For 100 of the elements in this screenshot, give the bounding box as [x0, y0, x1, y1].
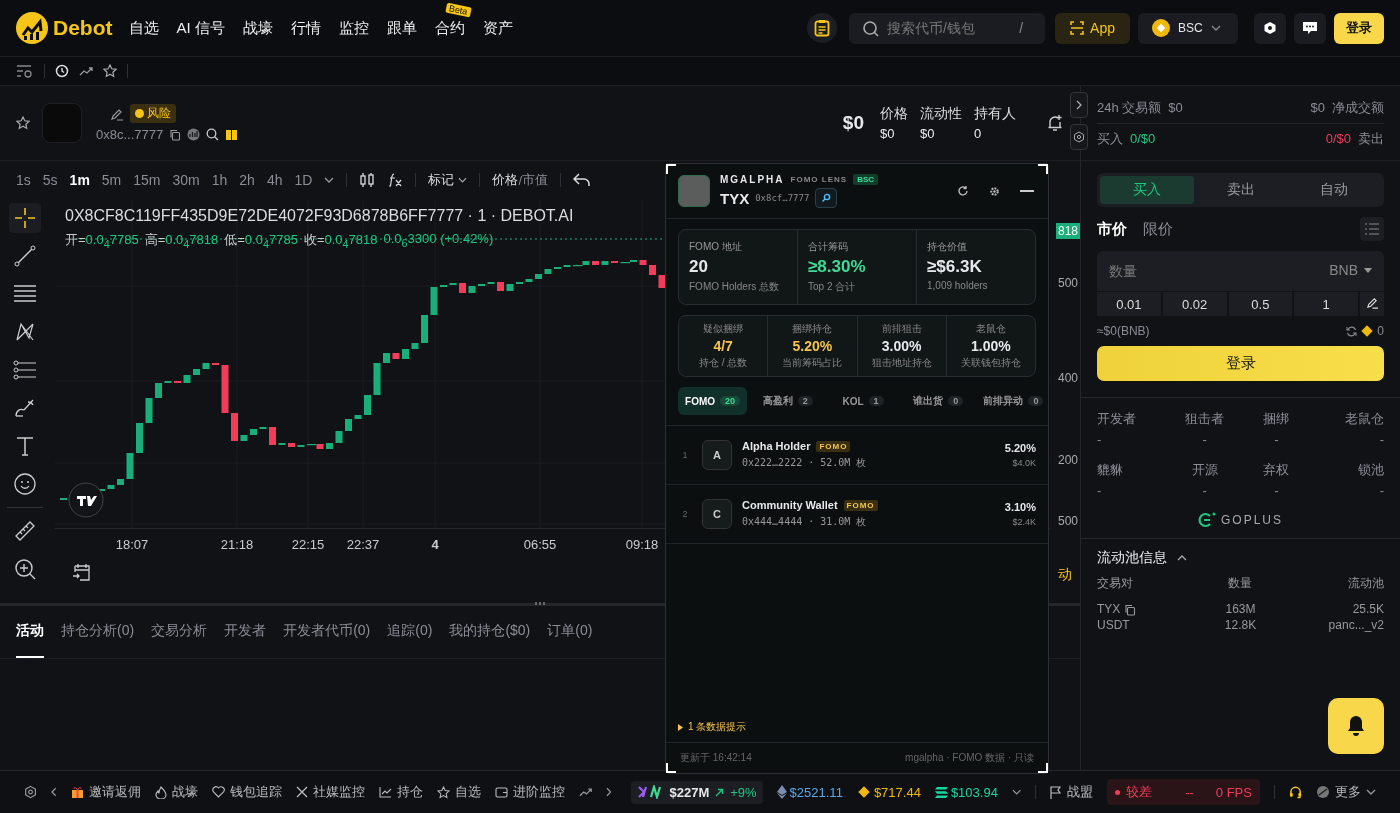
login-button[interactable]: 登录 [1097, 346, 1384, 381]
amount-preset[interactable]: 1 [1294, 292, 1358, 316]
list-settings-icon[interactable] [16, 64, 34, 78]
activity-tab[interactable]: 持仓分析(0) [61, 606, 135, 658]
interval-tab[interactable]: 1h [211, 172, 228, 188]
interval-tab[interactable]: 2h [239, 172, 255, 188]
currency-selector[interactable]: BNB [1329, 262, 1372, 278]
nav-link[interactable]: 资产 [482, 18, 513, 36]
activity-tab[interactable]: 开发者代币(0) [283, 606, 371, 658]
activity-tab[interactable]: 开发者 [224, 606, 267, 658]
nav-link[interactable]: 战壕 [242, 18, 273, 36]
book-icon[interactable] [225, 128, 239, 141]
search-icon[interactable] [206, 128, 220, 141]
refresh-icon[interactable] [957, 185, 969, 197]
marker-menu[interactable]: 标记 [428, 171, 468, 189]
more-menu[interactable]: 更多 [1316, 783, 1376, 801]
activity-tab[interactable]: 交易分析 [151, 606, 208, 658]
interval-tab[interactable]: 30m [172, 172, 200, 188]
settings-icon[interactable] [24, 785, 38, 799]
network-status[interactable]: 较差 -- 0 FPS [1107, 779, 1260, 805]
data-hint-toggle[interactable]: 1 条数据提示 [678, 720, 747, 734]
notification-button[interactable] [1328, 698, 1384, 754]
chevron-down-icon[interactable] [324, 177, 335, 183]
status-bar-link[interactable]: 进阶监控 [494, 783, 565, 801]
price-mode-tab[interactable]: 价格 [492, 171, 519, 189]
settings-button[interactable] [1254, 12, 1286, 44]
chain-selector[interactable]: BSC [1138, 12, 1238, 44]
status-bar-link[interactable]: 持仓 [378, 783, 423, 801]
scan-button[interactable] [815, 188, 838, 208]
status-bar-link[interactable]: 邀请返佣 [70, 783, 141, 801]
amount-preset[interactable]: 0.02 [1162, 292, 1227, 316]
market-cap-mode-tab[interactable]: 市值 [522, 171, 548, 189]
nav-link[interactable]: 合约 [434, 18, 465, 36]
holder-filter-tab[interactable]: KOL 1 [828, 387, 898, 415]
minimize-icon[interactable] [1020, 189, 1034, 193]
copy-icon[interactable] [1124, 603, 1137, 616]
activity-tab[interactable]: 活动 [16, 606, 44, 658]
trend-icon[interactable] [79, 66, 93, 76]
status-bar-link[interactable]: 自选 [436, 783, 481, 801]
holder-filter-tab[interactable]: 高盈利 2 [753, 387, 823, 415]
login-button[interactable]: 登录 [1334, 12, 1384, 44]
chat-button[interactable] [1294, 12, 1326, 44]
refresh-icon[interactable] [1346, 325, 1358, 337]
history-icon[interactable] [55, 64, 69, 78]
function-icon[interactable] [387, 173, 404, 187]
trend-icon[interactable] [578, 787, 592, 797]
amount-preset[interactable]: 0.01 [1097, 292, 1161, 316]
activity-tab[interactable]: 追踪(0) [387, 606, 433, 658]
status-dot-icon [1115, 789, 1121, 795]
app-download-button[interactable]: App [1055, 12, 1130, 44]
nav-link[interactable]: 自选 [128, 18, 159, 36]
interval-tab[interactable]: 1m [69, 172, 90, 188]
holder-filter-tab[interactable]: 谁出货 0 [903, 387, 973, 415]
clipboard-button[interactable] [807, 13, 838, 43]
candles-icon[interactable] [359, 172, 376, 188]
logo-text[interactable]: Debot [53, 16, 113, 40]
star-icon[interactable] [16, 116, 30, 130]
order-type-tab[interactable]: 限价 [1143, 219, 1173, 239]
headset-icon[interactable] [1288, 785, 1302, 799]
settings-icon[interactable] [989, 185, 1000, 197]
star-icon[interactable] [103, 64, 117, 78]
chart-logo-icon[interactable] [68, 482, 104, 518]
trade-side-tab[interactable]: 卖出 [1193, 176, 1288, 204]
activity-tab[interactable]: 我的持仓($0) [449, 606, 531, 658]
trade-side-tab[interactable]: 自动 [1287, 176, 1381, 204]
panel-settings-button[interactable] [1070, 124, 1088, 150]
nav-link[interactable]: 行情 [290, 18, 321, 36]
bell-plus-icon[interactable] [1046, 114, 1064, 132]
market-cap-chip[interactable]: $227M +9% [631, 780, 763, 804]
drag-handle[interactable] [535, 602, 545, 605]
copy-icon[interactable] [169, 128, 182, 141]
interval-tab[interactable]: 15m [133, 172, 161, 188]
holder-filter-tab[interactable]: 前排异动 0 [978, 387, 1048, 415]
status-bar-link[interactable]: 钱包追踪 [211, 783, 282, 801]
interval-tab[interactable]: 1D [294, 172, 313, 188]
interval-tab[interactable]: 5m [101, 172, 122, 188]
chevron-right-icon[interactable] [605, 787, 612, 797]
activity-tab[interactable]: 订单(0) [547, 606, 593, 658]
interval-tab[interactable]: 1s [16, 172, 31, 188]
interval-tab[interactable]: 4h [266, 172, 283, 188]
candle [639, 260, 647, 265]
chevron-up-icon[interactable] [1177, 555, 1187, 561]
trade-side-tab[interactable]: 买入 [1100, 176, 1194, 204]
interval-tab[interactable]: 5s [42, 172, 58, 188]
amount-preset[interactable]: 0.5 [1228, 292, 1293, 316]
edit-presets-button[interactable] [1360, 292, 1384, 316]
collapse-button[interactable] [1070, 92, 1088, 118]
nav-link[interactable]: 跟单 [386, 18, 417, 36]
undo-icon[interactable] [573, 173, 591, 187]
crosshair-tool[interactable] [9, 203, 41, 233]
holder-filter-tab[interactable]: FOMO 20 [678, 387, 748, 415]
chevron-left-icon[interactable] [51, 787, 57, 797]
nav-link[interactable]: AI 信号 [176, 18, 225, 36]
status-bar-link[interactable]: 社媒监控 [295, 783, 365, 801]
calendar-icon[interactable] [72, 563, 92, 583]
nav-link[interactable]: 监控 [338, 18, 369, 36]
status-bar-link[interactable]: 战壕 [154, 783, 198, 801]
alliance-link[interactable]: 战盟 [1050, 783, 1094, 801]
order-type-tab[interactable]: 市价 [1097, 219, 1127, 239]
chevron-down-icon[interactable] [1011, 789, 1022, 795]
